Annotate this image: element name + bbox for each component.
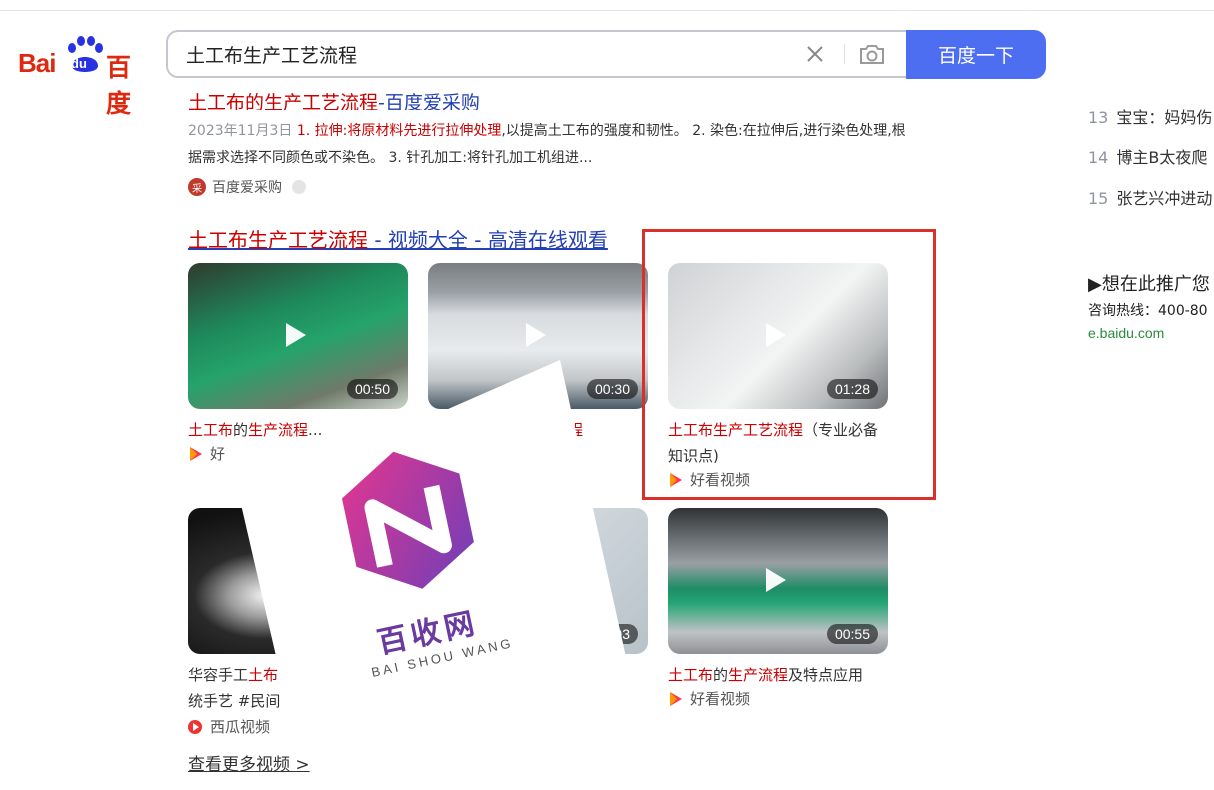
video-thumbnail[interactable]: 00:55 bbox=[668, 508, 888, 654]
video-caption[interactable]: 土工布的生产流程... bbox=[188, 417, 418, 443]
video-duration: 00:50 bbox=[346, 379, 398, 399]
hot-text: 宝宝：妈妈伤 bbox=[1116, 108, 1213, 127]
play-icon bbox=[286, 568, 306, 592]
caption-part: 生产流程 bbox=[248, 421, 309, 439]
hot-list-item[interactable]: 13 宝宝：妈妈伤 bbox=[1088, 104, 1212, 128]
haokan-icon bbox=[670, 691, 682, 706]
ad-phone: 咨询热线：400-80 bbox=[1088, 303, 1208, 319]
video-title-em: 土工布生产工艺流程 bbox=[188, 228, 368, 252]
video-thumbnail[interactable]: 2:03 bbox=[428, 508, 648, 654]
video-duration: 00:30 bbox=[586, 379, 638, 399]
caption-part: ... bbox=[308, 421, 323, 439]
play-icon bbox=[766, 568, 786, 592]
logo-bai-text: Bai bbox=[18, 48, 56, 78]
result-snippet: 2023年11月3日 1. 拉伸:将原材料先进行拉伸处理,以提高土工布的强度和韧… bbox=[188, 118, 908, 172]
video-thumbnail[interactable]: 00:50 bbox=[188, 263, 408, 409]
video-caption[interactable]: 土工布的生产流程及特点应用 bbox=[668, 662, 898, 688]
result-title[interactable]: 土工布的生产工艺流程-百度爱采购 bbox=[188, 88, 480, 110]
video-site-name: 西瓜视频 bbox=[210, 718, 271, 736]
play-icon bbox=[526, 568, 546, 592]
video-site[interactable]: 好看视频 bbox=[668, 688, 750, 709]
video-duration: 00:55 bbox=[826, 624, 878, 644]
caption-part: 土布 bbox=[248, 666, 279, 684]
result-snippet-highlight: 1. 拉伸:将原材料先进行拉伸处理 bbox=[296, 123, 502, 139]
video-caption[interactable]: 华容手工土布统手艺 #民间 bbox=[188, 662, 418, 714]
hot-text: 博主B太夜爬 bbox=[1116, 148, 1208, 167]
hot-rank: 13 bbox=[1088, 108, 1109, 127]
logo-du-text: du bbox=[71, 56, 87, 71]
result-snippet-text: ,以提高土工布的强度和韧性。 2. 染色:在拉伸后,进行染色处理,根据需求选择不… bbox=[188, 123, 906, 166]
caption-part: 土工布 bbox=[188, 421, 234, 439]
haokan-icon bbox=[190, 446, 202, 461]
caption-part: 的制造 bbox=[508, 421, 554, 439]
play-icon bbox=[286, 323, 306, 347]
shield-icon bbox=[292, 180, 306, 194]
hot-rank: 14 bbox=[1088, 148, 1109, 167]
video-title-rest: - 视频大全 - 高清在线观看 bbox=[368, 228, 608, 252]
search-input[interactable] bbox=[186, 32, 746, 76]
video-site-name: 好 bbox=[210, 445, 226, 463]
ad-title[interactable]: ▶想在此推广您 bbox=[1088, 270, 1210, 296]
video-site[interactable]: 西瓜视频 bbox=[188, 716, 270, 737]
caption-part: 华容手工 bbox=[188, 666, 249, 684]
top-divider bbox=[0, 10, 1214, 11]
search-separator bbox=[844, 44, 845, 64]
baidu-logo[interactable]: Bai du 百度 bbox=[18, 34, 150, 118]
video-site: 好 bbox=[188, 443, 225, 464]
hot-rank: 15 bbox=[1088, 189, 1109, 208]
clear-icon[interactable] bbox=[804, 43, 826, 65]
caption-part: 流程 bbox=[553, 421, 584, 439]
caption-part: 的 bbox=[713, 666, 729, 684]
hot-list-item[interactable]: 14 博主B太夜爬 bbox=[1088, 144, 1207, 168]
result-date: 2023年11月3日 bbox=[188, 123, 293, 139]
caption-part: 的 bbox=[233, 421, 249, 439]
caption-part: 统手艺 #民间 bbox=[188, 692, 281, 710]
source-name: 百度爱采购 bbox=[212, 180, 282, 196]
xigua-icon bbox=[188, 719, 202, 734]
video-site-name: 好看视频 bbox=[690, 690, 751, 708]
highlight-frame bbox=[642, 229, 936, 500]
ad-url[interactable]: e.baidu.com bbox=[1088, 325, 1164, 341]
more-videos-link[interactable]: 查看更多视频 > bbox=[188, 750, 310, 775]
caption-part: 土工布 bbox=[668, 666, 714, 684]
search-button[interactable]: 百度一下 bbox=[906, 30, 1046, 79]
caption-part: 生产流程 bbox=[728, 666, 789, 684]
hot-list-item[interactable]: 15 张艺兴冲进动 bbox=[1088, 185, 1212, 209]
hot-text: 张艺兴冲进动 bbox=[1116, 189, 1213, 208]
source-badge-icon: 采 bbox=[188, 178, 206, 196]
video-duration: 2:03 bbox=[594, 624, 638, 644]
caption-part: 及特点应用 bbox=[788, 666, 864, 684]
result-source[interactable]: 采 百度爱采购 bbox=[188, 176, 306, 198]
search-box bbox=[166, 30, 906, 78]
video-thumbnail[interactable] bbox=[188, 508, 408, 654]
play-icon bbox=[526, 323, 546, 347]
logo-cn-text: 百度 bbox=[106, 53, 131, 118]
result-title-em: 土工布的生产工艺流程 bbox=[188, 92, 379, 110]
result-title-rest: -百度爱采购 bbox=[378, 92, 480, 110]
video-section-title[interactable]: 土工布生产工艺流程 - 视频大全 - 高清在线观看 bbox=[188, 224, 608, 253]
camera-icon[interactable] bbox=[858, 42, 886, 66]
video-thumbnail[interactable]: 00:30 bbox=[428, 263, 648, 409]
